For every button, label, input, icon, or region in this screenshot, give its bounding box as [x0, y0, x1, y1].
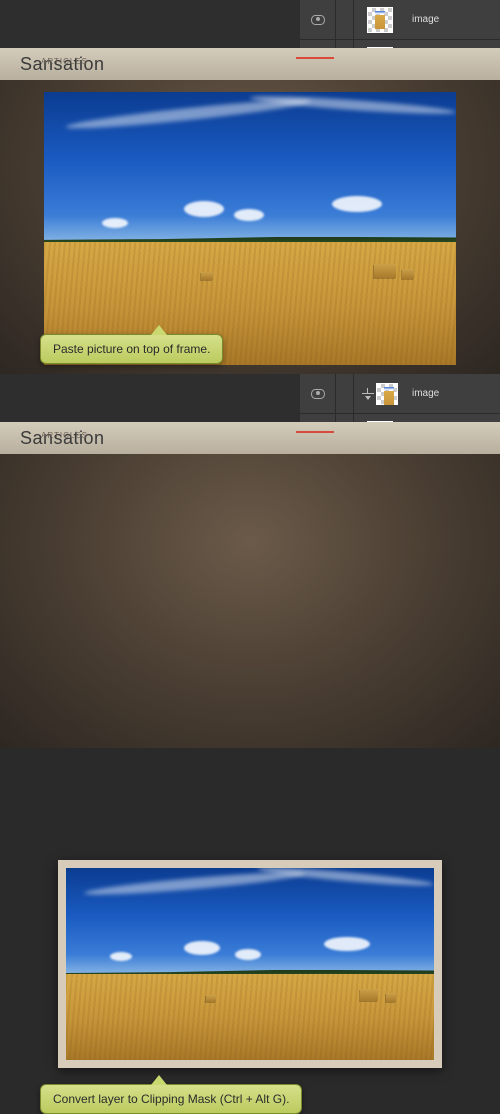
cloud-icon — [324, 937, 370, 951]
link-cell[interactable] — [336, 0, 354, 39]
eye-icon — [311, 15, 325, 25]
thumb-cell — [354, 383, 406, 405]
cloud-icon — [102, 218, 128, 228]
tooltip-text: Paste picture on top of frame. — [53, 342, 210, 356]
site-header: Sansation ARTICLES — [0, 422, 500, 454]
step-panel-1: image slider base Sansation ARTICLES — [0, 0, 500, 374]
instruction-tooltip: Convert layer to Clipping Mask (Ctrl + A… — [40, 1084, 302, 1114]
thumb-cell — [354, 7, 406, 33]
cloud-icon — [184, 941, 220, 955]
link-cell[interactable] — [336, 374, 354, 413]
tooltip-text: Convert layer to Clipping Mask (Ctrl + A… — [53, 1092, 289, 1106]
step-panel-2: image slider base Sansation ARTICLES — [0, 374, 500, 748]
layer-name: image — [406, 388, 439, 399]
site-header: Sansation ARTICLES — [0, 48, 500, 80]
hay-bale-icon — [360, 989, 378, 1001]
layer-row-image[interactable]: image — [300, 0, 500, 40]
tutorial-figure: image slider base Sansation ARTICLES — [0, 0, 500, 748]
layer-name: image — [406, 14, 439, 25]
layer-thumbnail-image-icon — [367, 7, 393, 33]
cloud-icon — [235, 949, 261, 960]
active-underline-icon — [296, 431, 334, 433]
clipping-mask-icon — [362, 388, 374, 400]
layer-row-image-clipped[interactable]: image — [300, 374, 500, 414]
nav-label: ARTICLES — [41, 57, 88, 66]
visibility-toggle[interactable] — [300, 0, 336, 39]
layer-thumbnail-image-icon — [376, 383, 398, 405]
hay-bale-icon — [386, 993, 396, 1002]
hay-bale-icon — [206, 995, 216, 1002]
eye-icon — [311, 389, 325, 399]
cloud-icon — [332, 196, 382, 212]
page-background — [0, 454, 500, 748]
nav-label: ARTICLES — [41, 431, 88, 440]
hay-bale-icon — [374, 264, 396, 278]
hay-bale-icon — [201, 272, 213, 280]
pasted-image — [44, 92, 456, 365]
clipped-image-frame — [58, 860, 442, 1068]
active-underline-icon — [296, 57, 334, 59]
visibility-toggle[interactable] — [300, 374, 336, 413]
instruction-tooltip: Paste picture on top of frame. — [40, 334, 223, 364]
hay-bale-icon — [402, 269, 414, 279]
field-region — [66, 974, 434, 1060]
